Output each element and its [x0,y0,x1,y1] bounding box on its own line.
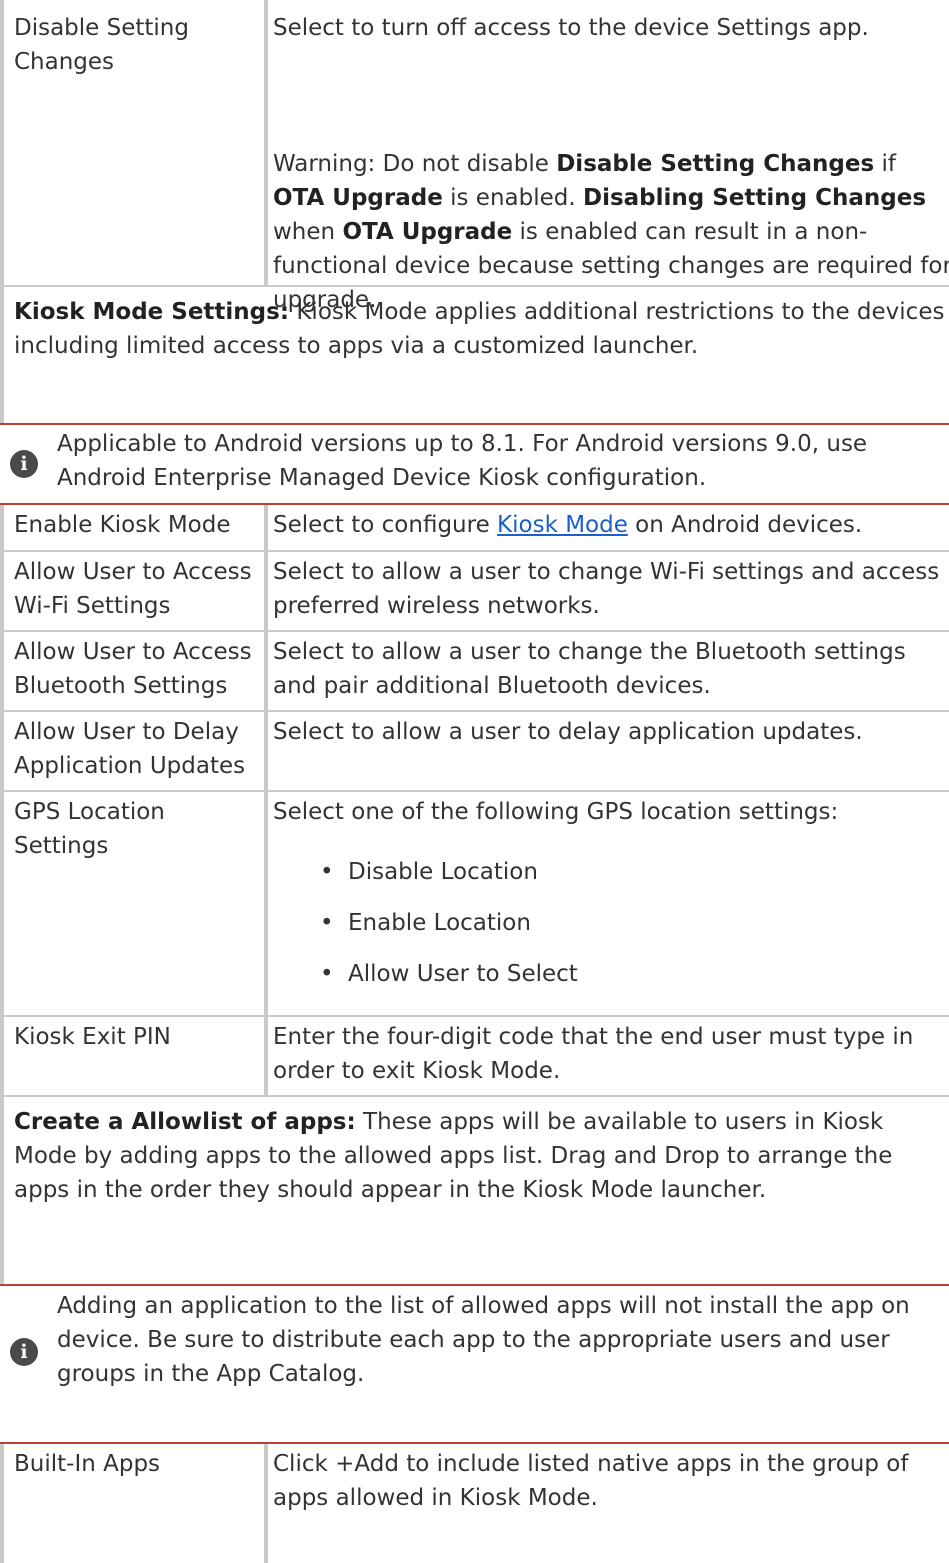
list-item: • Enable Location [268,906,948,957]
column-divider [264,1017,268,1095]
bullet-icon: • [320,859,334,885]
setting-description: Select to allow a user to change Wi-Fi s… [273,559,940,619]
table-row-built-in-apps: Built-In Apps Click +Add to include list… [0,1444,949,1563]
setting-description: Select one of the following GPS location… [273,799,839,825]
bullet-icon: • [320,910,334,936]
setting-name: Built-In Apps [14,1451,161,1477]
kiosk-section-heading: Kiosk Mode Settings: [14,299,290,325]
table-row-disable-setting-changes: Disable Setting Changes Select to turn o… [0,0,949,313]
kiosk-note: i Applicable to Android versions up to 8… [0,425,949,503]
column-divider [264,552,268,630]
table-row-gps-location: GPS Location Settings Select one of the … [0,792,949,1015]
setting-name: Enable Kiosk Mode [14,512,231,538]
gps-options-list: • Disable Location • Enable Location • Allo… [268,855,948,1008]
setting-description: Select to allow a user to delay applicat… [273,719,863,745]
allowlist-section: Create a Allowlist of apps: These apps w… [0,1097,949,1285]
note-text: Adding an application to the list of all… [57,1293,910,1387]
settings-document: Disable Setting Changes Select to turn o… [0,0,949,1563]
bullet-icon: • [320,961,334,987]
column-divider [264,712,268,790]
setting-description: Enter the four-digit code that the end u… [273,1024,914,1084]
table-row-enable-kiosk-mode: Enable Kiosk Mode Select to configure Ki… [0,505,949,550]
table-row-kiosk-exit-pin: Kiosk Exit PIN Enter the four-digit code… [0,1017,949,1095]
allowlist-section-heading: Create a Allowlist of apps: [14,1109,356,1135]
list-item: • Disable Location [268,855,948,906]
allowlist-section-intro: Create a Allowlist of apps: These apps w… [14,1109,893,1203]
setting-name: Allow User to Delay Application Updates [14,719,246,779]
kiosk-section: Kiosk Mode Settings: Kiosk Mode applies … [0,287,949,424]
note-text: Applicable to Android versions up to 8.1… [57,431,868,491]
column-divider [264,1444,268,1563]
column-divider [264,505,268,550]
info-icon: i [10,450,38,478]
setting-description: Select to turn off access to the device … [273,15,869,41]
setting-name: Allow User to Access Wi-Fi Settings [14,559,252,619]
setting-description: Select to allow a user to change the Blu… [273,639,906,699]
table-row-delay-app-updates: Allow User to Delay Application Updates … [0,712,949,790]
table-row-bluetooth-settings: Allow User to Access Bluetooth Settings … [0,632,949,710]
table-row-wifi-settings: Allow User to Access Wi-Fi Settings Sele… [0,552,949,630]
kiosk-mode-link[interactable]: Kiosk Mode [497,512,628,538]
list-item: • Allow User to Select [268,957,948,1008]
setting-name: Allow User to Access Bluetooth Settings [14,639,252,699]
column-divider [264,0,268,285]
setting-description: Select to configure Kiosk Mode on Androi… [273,512,863,538]
allowlist-note: i Adding an application to the list of a… [0,1286,949,1444]
column-divider [264,632,268,710]
kiosk-section-intro: Kiosk Mode Settings: Kiosk Mode applies … [14,299,945,359]
setting-name: Disable Setting Changes [14,15,189,75]
setting-description: Click +Add to include listed native apps… [273,1451,909,1511]
setting-name: GPS Location Settings [14,799,165,859]
setting-name: Kiosk Exit PIN [14,1024,171,1050]
info-icon: i [10,1338,38,1366]
